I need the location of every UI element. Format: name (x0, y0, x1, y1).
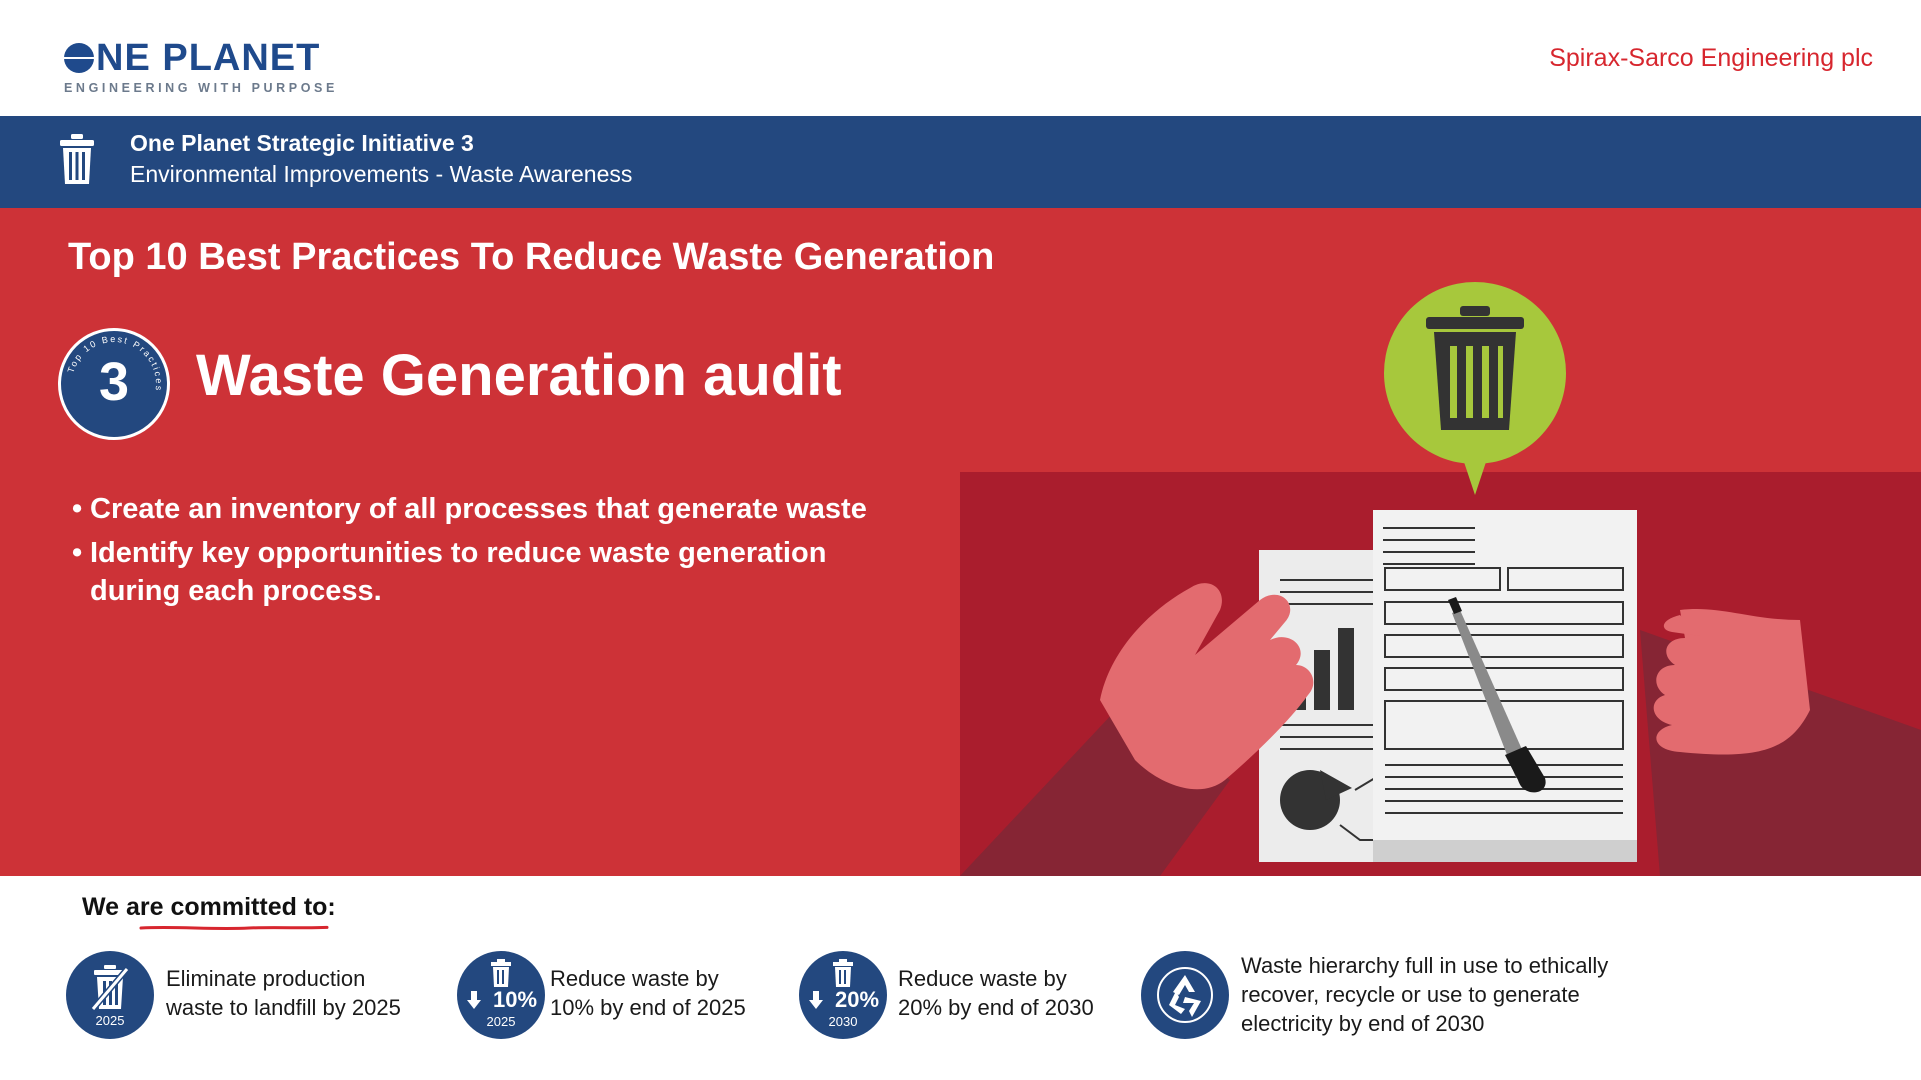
commitment-badge: 10% 2025 (457, 951, 545, 1039)
commitment-text: Reduce waste by 20% by end of 2030 (898, 966, 1094, 1020)
practice-title: Waste Generation audit (196, 343, 842, 408)
audit-illustration (960, 282, 1921, 876)
commitments-heading: We are committed to: (82, 893, 336, 921)
one-planet-logo: NE PLANET ENGINEERING WITH PURPOSE (64, 38, 338, 95)
no-landfill-icon (91, 965, 129, 1011)
form-document (1373, 510, 1637, 862)
right-hand-icon (1640, 608, 1921, 876)
trash-bubble-icon (1384, 282, 1566, 495)
trash-can-icon (60, 134, 94, 184)
section-title: Top 10 Best Practices To Reduce Waste Ge… (68, 236, 995, 278)
commitment-text: Eliminate production waste to landfill b… (166, 966, 401, 1020)
commitment-text: Reduce waste by 10% by end of 2025 (550, 966, 746, 1020)
badge-year: 2030 (828, 1014, 858, 1029)
recycle-icon (1157, 967, 1213, 1023)
logo-tagline: ENGINEERING WITH PURPOSE (64, 81, 338, 95)
initiative-subtitle: Environmental Improvements - Waste Aware… (130, 161, 633, 187)
bullet-item: Create an inventory of all processes tha… (72, 490, 972, 528)
trash-can-icon (491, 959, 511, 987)
commitment-badge: 2025 (66, 951, 154, 1039)
badge-year: 2025 (95, 1013, 125, 1028)
practice-number: 3 (98, 352, 130, 412)
logo-main-text: NE PLANET (96, 37, 321, 79)
commitment-badge: 20% 2030 (799, 951, 887, 1039)
commitment-badge (1141, 951, 1229, 1039)
badge-percent: 10% (492, 987, 538, 1012)
badge-year: 2025 (486, 1014, 516, 1029)
brush-underline (139, 925, 329, 931)
company-name: Spirax-Sarco Engineering plc (1549, 44, 1873, 72)
trash-can-icon (833, 959, 853, 987)
bullet-item: Identify key opportunities to reduce was… (72, 534, 910, 610)
badge-percent: 20% (834, 987, 880, 1012)
planet-o-icon (64, 43, 94, 73)
initiative-title: One Planet Strategic Initiative 3 (130, 130, 474, 156)
practice-bullets: Create an inventory of all processes tha… (72, 490, 972, 616)
commitment-text: Waste hierarchy full in use to ethically… (1241, 953, 1609, 1036)
